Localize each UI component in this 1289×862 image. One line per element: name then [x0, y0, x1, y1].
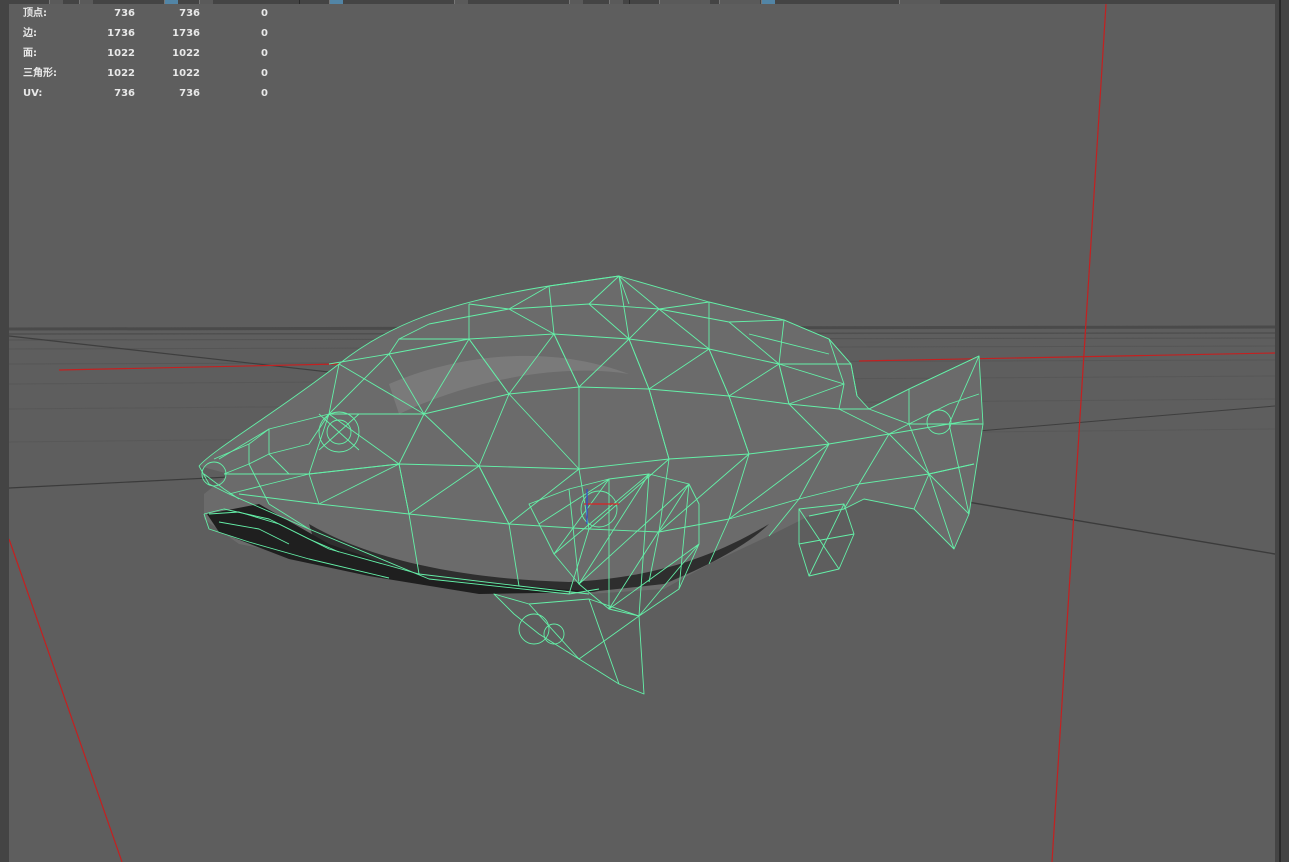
3d-viewport[interactable]: 顶点: 736 736 0 边: 1736 1736 0 面: 1022 102…	[9, 4, 1275, 862]
hud-value-selected: 1022	[172, 48, 200, 59]
hud-value-selected: 736	[179, 88, 200, 99]
hud-label: 边:	[23, 28, 37, 39]
hud-value-object: 736	[114, 8, 135, 19]
hud-value-component: 0	[261, 8, 268, 19]
maya-viewport-window: 顶点: 736 736 0 边: 1736 1736 0 面: 1022 102…	[0, 0, 1289, 862]
hud-value-object: 736	[114, 88, 135, 99]
left-frame	[0, 0, 9, 862]
hud-value-selected: 736	[179, 8, 200, 19]
hud-label: UV:	[23, 88, 43, 99]
hud-value-selected: 1736	[172, 28, 200, 39]
hud-value-selected: 1022	[172, 68, 200, 79]
hud-value-component: 0	[261, 48, 268, 59]
viewport-scene	[9, 4, 1275, 862]
hud-label: 面:	[23, 48, 37, 59]
right-frame	[1275, 0, 1289, 862]
hud-value-component: 0	[261, 88, 268, 99]
hud-value-component: 0	[261, 28, 268, 39]
hud-label: 顶点:	[23, 8, 47, 19]
hud-value-object: 1022	[107, 48, 135, 59]
hud-value-object: 1022	[107, 68, 135, 79]
panel-divider[interactable]	[1279, 0, 1281, 862]
hud-value-component: 0	[261, 68, 268, 79]
hud-value-object: 1736	[107, 28, 135, 39]
hud-label: 三角形:	[23, 68, 57, 79]
